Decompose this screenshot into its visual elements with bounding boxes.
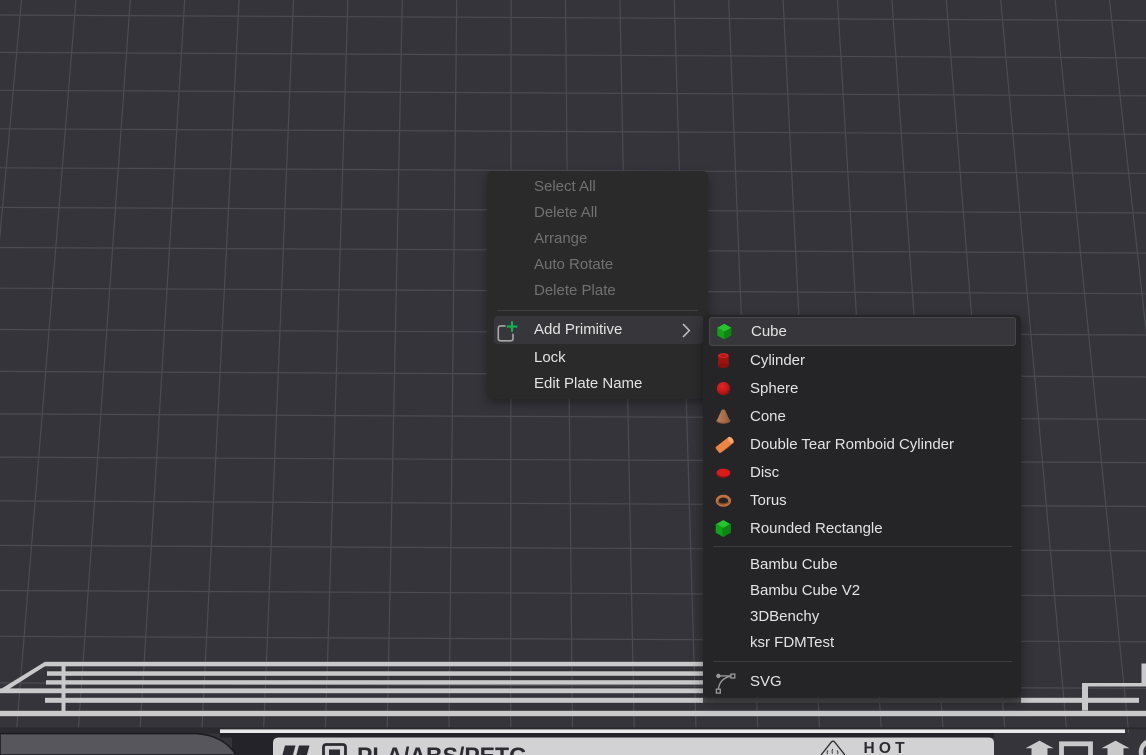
svg-text:HOT: HOT <box>864 740 909 755</box>
svg-text:PLA/ABS/PETG: PLA/ABS/PETG <box>357 742 527 755</box>
